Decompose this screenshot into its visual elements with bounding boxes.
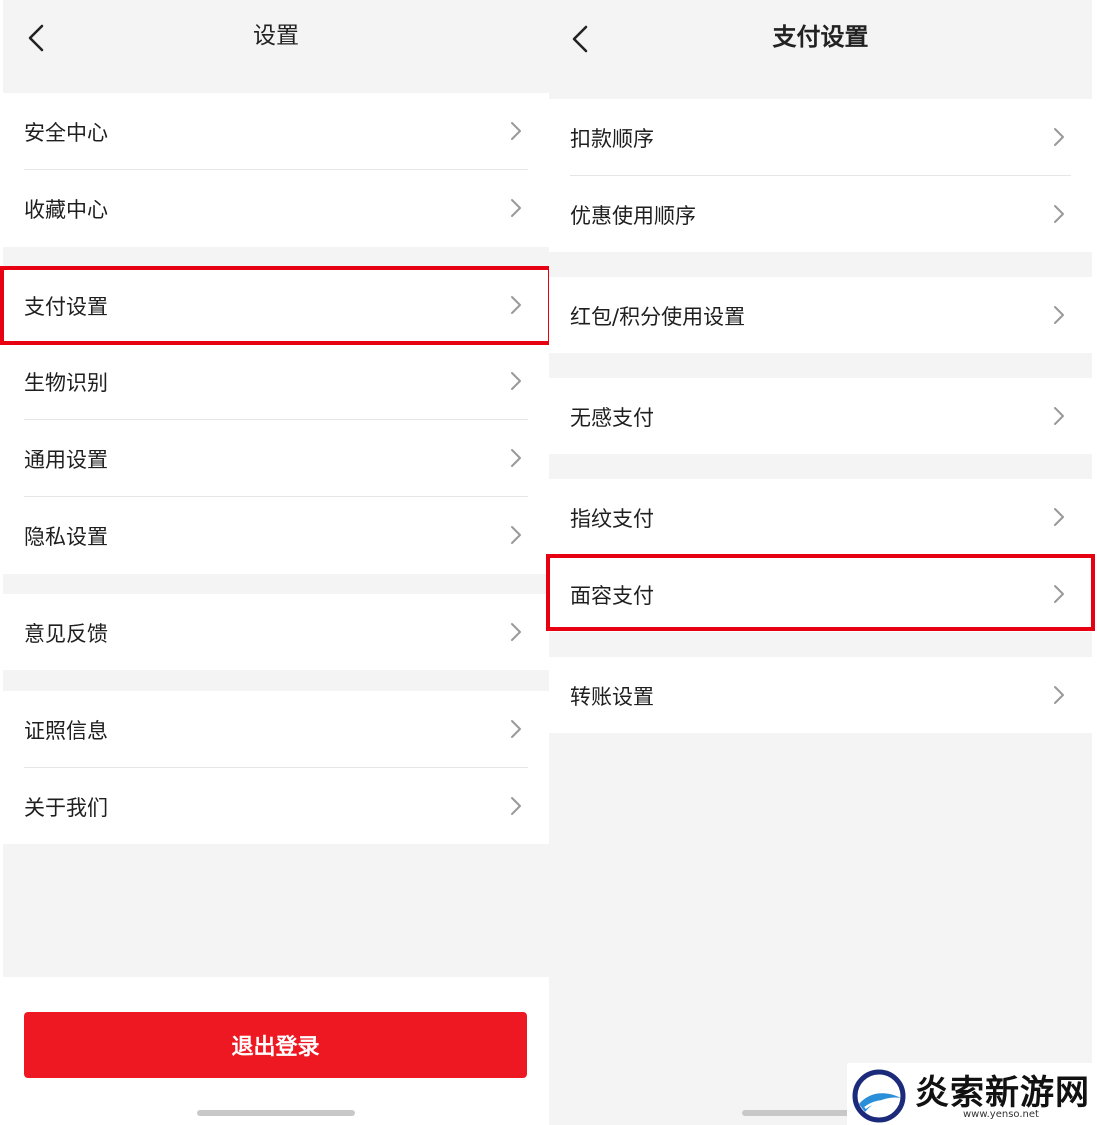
payment-settings-screen: 支付设置 扣款顺序 优惠使用顺序 红包/积分使用设置 无感支付 指纹支付 面容支… bbox=[549, 0, 1092, 1125]
menu-item-label: 指纹支付 bbox=[570, 506, 654, 531]
menu-item-label: 生物识别 bbox=[24, 370, 108, 395]
menu-item-seamless-pay[interactable]: 无感支付 bbox=[549, 378, 1092, 455]
menu-item-label: 面容支付 bbox=[570, 583, 654, 608]
chevron-right-icon bbox=[1054, 585, 1064, 603]
chevron-right-icon bbox=[1054, 686, 1064, 704]
menu-item-discount-order[interactable]: 优惠使用顺序 bbox=[549, 176, 1092, 253]
chevron-right-icon bbox=[511, 449, 521, 467]
chevron-right-icon bbox=[511, 122, 521, 140]
payment-group-seamless: 无感支付 bbox=[549, 378, 1092, 454]
chevron-right-icon bbox=[511, 623, 521, 641]
settings-screen: 设置 安全中心 收藏中心 支付设置 生物识别 通用设置 隐私设置 意见反馈 证照… bbox=[3, 0, 549, 1125]
menu-item-about-us[interactable]: 关于我们 bbox=[3, 768, 549, 845]
menu-item-payment-settings[interactable]: 支付设置 bbox=[3, 267, 549, 344]
menu-item-biometrics[interactable]: 生物识别 bbox=[3, 343, 549, 420]
settings-group-about: 证照信息 关于我们 bbox=[3, 691, 549, 844]
chevron-right-icon bbox=[511, 199, 521, 217]
menu-item-security-center[interactable]: 安全中心 bbox=[3, 93, 549, 170]
watermark: 炎索新游网 www.yenso.net bbox=[847, 1063, 1097, 1125]
chevron-right-icon bbox=[511, 296, 521, 314]
payment-group-order: 扣款顺序 优惠使用顺序 bbox=[549, 99, 1092, 252]
logout-button[interactable]: 退出登录 bbox=[24, 1012, 527, 1078]
payment-group-biometric: 指纹支付 面容支付 bbox=[549, 479, 1092, 632]
chevron-right-icon bbox=[511, 526, 521, 544]
menu-item-label: 安全中心 bbox=[24, 120, 108, 145]
menu-item-label: 隐私设置 bbox=[24, 524, 108, 549]
menu-item-feedback[interactable]: 意见反馈 bbox=[3, 594, 549, 671]
menu-item-favorites-center[interactable]: 收藏中心 bbox=[3, 170, 549, 247]
settings-group-feedback: 意见反馈 bbox=[3, 594, 549, 670]
settings-group-preferences: 支付设置 生物识别 通用设置 隐私设置 bbox=[3, 267, 549, 574]
page-title: 支付设置 bbox=[772, 23, 869, 51]
chevron-right-icon bbox=[511, 720, 521, 738]
home-indicator[interactable] bbox=[197, 1110, 355, 1116]
menu-item-label: 证照信息 bbox=[24, 718, 108, 743]
menu-item-label: 红包/积分使用设置 bbox=[570, 304, 746, 329]
menu-item-label: 关于我们 bbox=[24, 795, 108, 820]
site-logo-icon bbox=[852, 1069, 906, 1123]
menu-item-general-settings[interactable]: 通用设置 bbox=[3, 420, 549, 497]
menu-item-label: 支付设置 bbox=[24, 294, 108, 319]
chevron-right-icon bbox=[511, 372, 521, 390]
menu-item-face-pay[interactable]: 面容支付 bbox=[549, 556, 1092, 633]
chevron-right-icon bbox=[1054, 407, 1064, 425]
chevron-right-icon bbox=[1054, 306, 1064, 324]
watermark-text: 炎索新游网 bbox=[915, 1073, 1090, 1113]
chevron-right-icon bbox=[1054, 205, 1064, 223]
menu-item-redpacket-points[interactable]: 红包/积分使用设置 bbox=[549, 277, 1092, 354]
watermark-url: www.yenso.net bbox=[963, 1109, 1039, 1120]
menu-item-label: 转账设置 bbox=[570, 684, 654, 709]
menu-item-label: 无感支付 bbox=[570, 405, 654, 430]
menu-item-fingerprint-pay[interactable]: 指纹支付 bbox=[549, 479, 1092, 556]
payment-navbar: 支付设置 bbox=[549, 0, 1092, 80]
chevron-right-icon bbox=[1054, 128, 1064, 146]
menu-item-license-info[interactable]: 证照信息 bbox=[3, 691, 549, 768]
menu-item-privacy-settings[interactable]: 隐私设置 bbox=[3, 497, 549, 574]
menu-item-label: 收藏中心 bbox=[24, 197, 108, 222]
menu-item-label: 优惠使用顺序 bbox=[570, 203, 696, 228]
settings-navbar: 设置 bbox=[3, 0, 549, 80]
payment-group-transfer: 转账设置 bbox=[549, 657, 1092, 733]
menu-item-label: 通用设置 bbox=[24, 447, 108, 472]
menu-item-label: 扣款顺序 bbox=[570, 126, 654, 151]
menu-item-label: 意见反馈 bbox=[24, 621, 108, 646]
page-title: 设置 bbox=[253, 23, 299, 49]
chevron-right-icon bbox=[511, 797, 521, 815]
menu-item-transfer-settings[interactable]: 转账设置 bbox=[549, 657, 1092, 734]
chevron-right-icon bbox=[1054, 508, 1064, 526]
menu-item-deduction-order[interactable]: 扣款顺序 bbox=[549, 99, 1092, 176]
logout-area: 退出登录 bbox=[3, 977, 549, 1125]
settings-group-account: 安全中心 收藏中心 bbox=[3, 93, 549, 247]
payment-group-points: 红包/积分使用设置 bbox=[549, 277, 1092, 353]
